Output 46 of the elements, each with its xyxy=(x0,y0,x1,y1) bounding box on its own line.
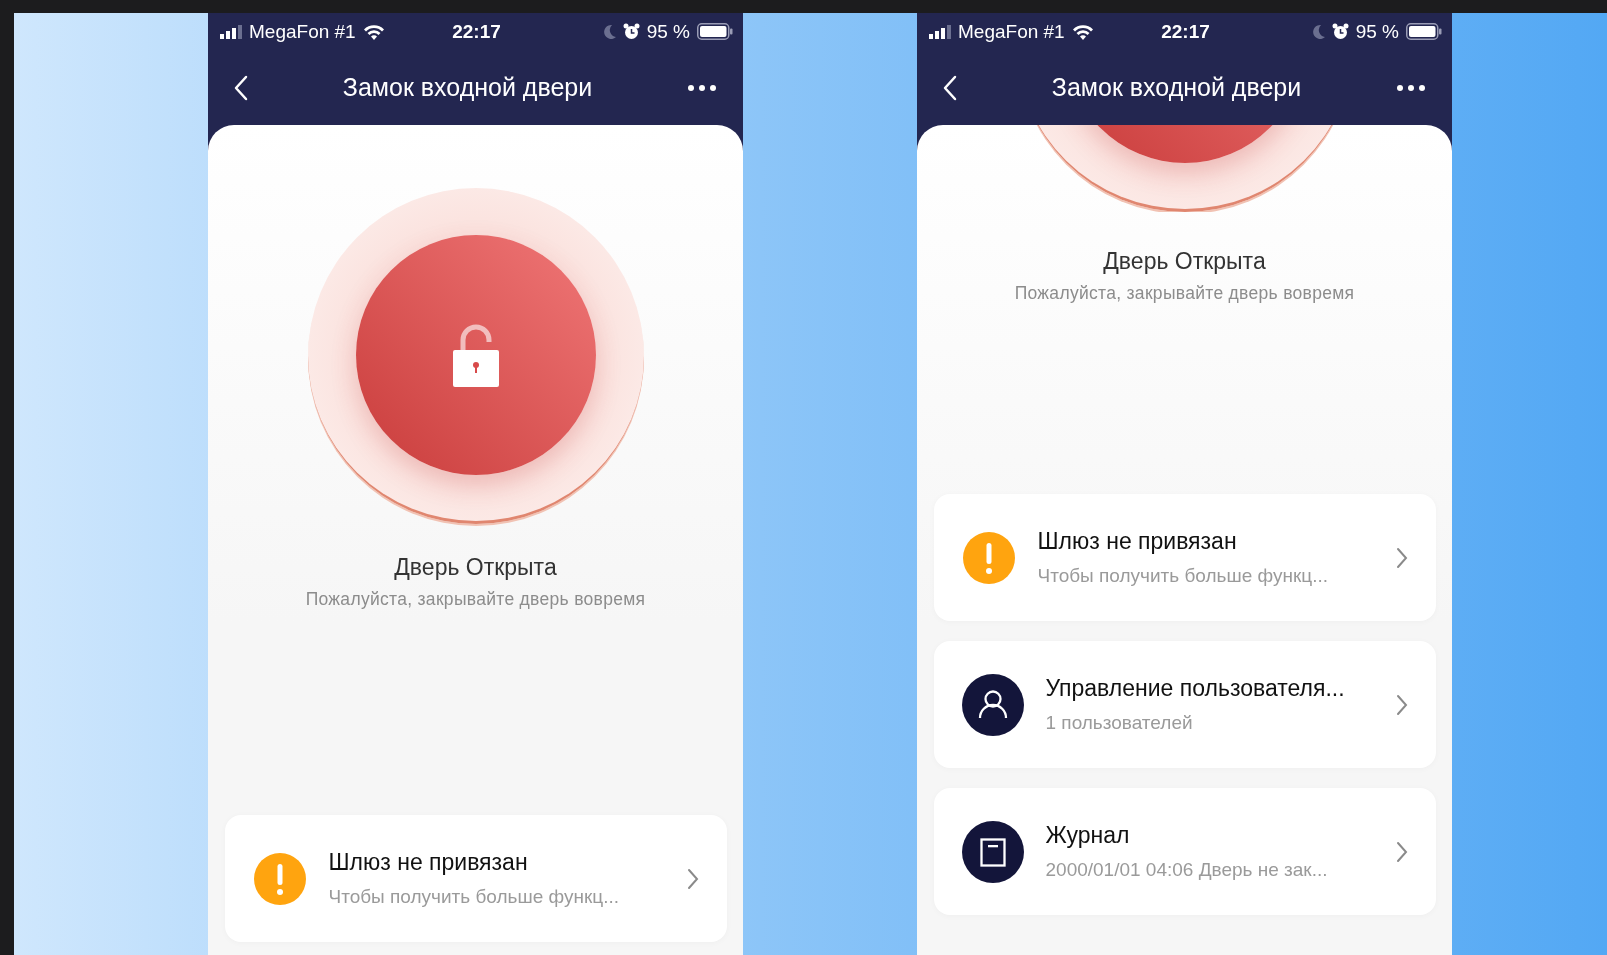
door-status-hint: Пожалуйста, закрывайте дверь вовремя xyxy=(1014,283,1355,304)
wifi-icon xyxy=(362,23,385,40)
item-subtitle: Чтобы получить больше функц... xyxy=(328,886,620,908)
carrier-name: MegaFon #1 xyxy=(958,20,1065,43)
item-subtitle: 2000/01/01 04:06 Дверь не зак... xyxy=(1045,859,1329,881)
alarm-clock-icon xyxy=(1331,23,1349,40)
battery-icon xyxy=(697,23,733,40)
item-title: Шлюз не привязан xyxy=(328,849,529,876)
battery-percentage: 95 % xyxy=(646,20,690,43)
item-subtitle: 1 пользователей xyxy=(1045,712,1194,734)
screen-title: Замок входной двери xyxy=(342,73,593,102)
warning-icon xyxy=(252,851,307,906)
clock-time: 22:17 xyxy=(1161,20,1210,43)
item-title: Журнал xyxy=(1045,822,1131,849)
moon-icon xyxy=(601,23,616,40)
list-item-card[interactable]: Управление пользователя... 1 пользователей xyxy=(933,641,1436,768)
alarm-clock-icon xyxy=(622,23,640,40)
signal-icon xyxy=(220,24,242,39)
back-icon xyxy=(943,74,957,101)
more-icon xyxy=(687,83,717,92)
item-subtitle: Чтобы получить больше функц... xyxy=(1037,565,1329,587)
item-title: Управление пользователя... xyxy=(1045,675,1346,702)
list-item-card[interactable]: Журнал 2000/01/01 04:06 Дверь не зак... xyxy=(933,788,1436,915)
more-icon xyxy=(1396,83,1426,92)
back-icon xyxy=(234,74,248,101)
item-title: Шлюз не привязан xyxy=(1037,528,1238,555)
chevron-right-icon xyxy=(1395,546,1408,569)
user-icon xyxy=(961,673,1024,736)
battery-percentage: 95 % xyxy=(1355,20,1399,43)
clock-time: 22:17 xyxy=(452,20,501,43)
door-status-title: Дверь Открыта xyxy=(1103,248,1266,275)
battery-icon xyxy=(1406,23,1442,40)
door-status-title: Дверь Открыта xyxy=(394,554,557,581)
signal-icon xyxy=(929,24,951,39)
wifi-icon xyxy=(1071,23,1094,40)
document-icon xyxy=(961,820,1024,883)
list-item-card[interactable]: Шлюз не привязан Чтобы получить больше функц... xyxy=(224,815,727,942)
moon-icon xyxy=(1310,23,1325,40)
list-item-card[interactable]: Шлюз не привязан Чтобы получить больше функц... xyxy=(933,494,1436,621)
door-status-hint: Пожалуйста, закрывайте дверь вовремя xyxy=(305,589,646,610)
screen-title: Замок входной двери xyxy=(1051,73,1302,102)
chevron-right-icon xyxy=(1395,840,1408,863)
carrier-name: MegaFon #1 xyxy=(249,20,356,43)
chevron-right-icon xyxy=(1395,693,1408,716)
chevron-right-icon xyxy=(686,867,699,890)
warning-icon xyxy=(961,530,1016,585)
